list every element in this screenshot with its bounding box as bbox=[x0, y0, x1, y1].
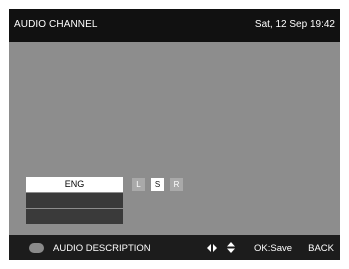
ok-save-hint[interactable]: OK:Save bbox=[254, 243, 292, 254]
channel-selector: LSR bbox=[132, 178, 189, 191]
channel-right[interactable]: R bbox=[170, 178, 183, 191]
grey-key-icon bbox=[29, 243, 44, 253]
header-bar: AUDIO CHANNEL Sat, 12 Sep 19:42 bbox=[9, 9, 340, 42]
channel-left[interactable]: L bbox=[132, 178, 145, 191]
left-right-arrows-icon bbox=[207, 244, 217, 252]
back-button[interactable]: BACK bbox=[308, 243, 334, 254]
channel-stereo[interactable]: S bbox=[151, 178, 164, 191]
audio-language-item-2[interactable] bbox=[26, 193, 123, 208]
page-title: AUDIO CHANNEL bbox=[14, 19, 98, 30]
tv-screen: AUDIO CHANNEL Sat, 12 Sep 19:42 ENG LSR … bbox=[9, 9, 340, 260]
audio-language-list: ENG bbox=[26, 177, 123, 225]
audio-language-item-eng[interactable]: ENG bbox=[26, 177, 123, 192]
audio-language-item-3[interactable] bbox=[26, 209, 123, 224]
up-down-arrows-icon bbox=[227, 242, 235, 253]
audio-description-button[interactable]: AUDIO DESCRIPTION bbox=[53, 243, 151, 254]
date-time: Sat, 12 Sep 19:42 bbox=[254, 19, 335, 30]
footer-bar: AUDIO DESCRIPTION OK:Save BACK bbox=[9, 235, 340, 260]
